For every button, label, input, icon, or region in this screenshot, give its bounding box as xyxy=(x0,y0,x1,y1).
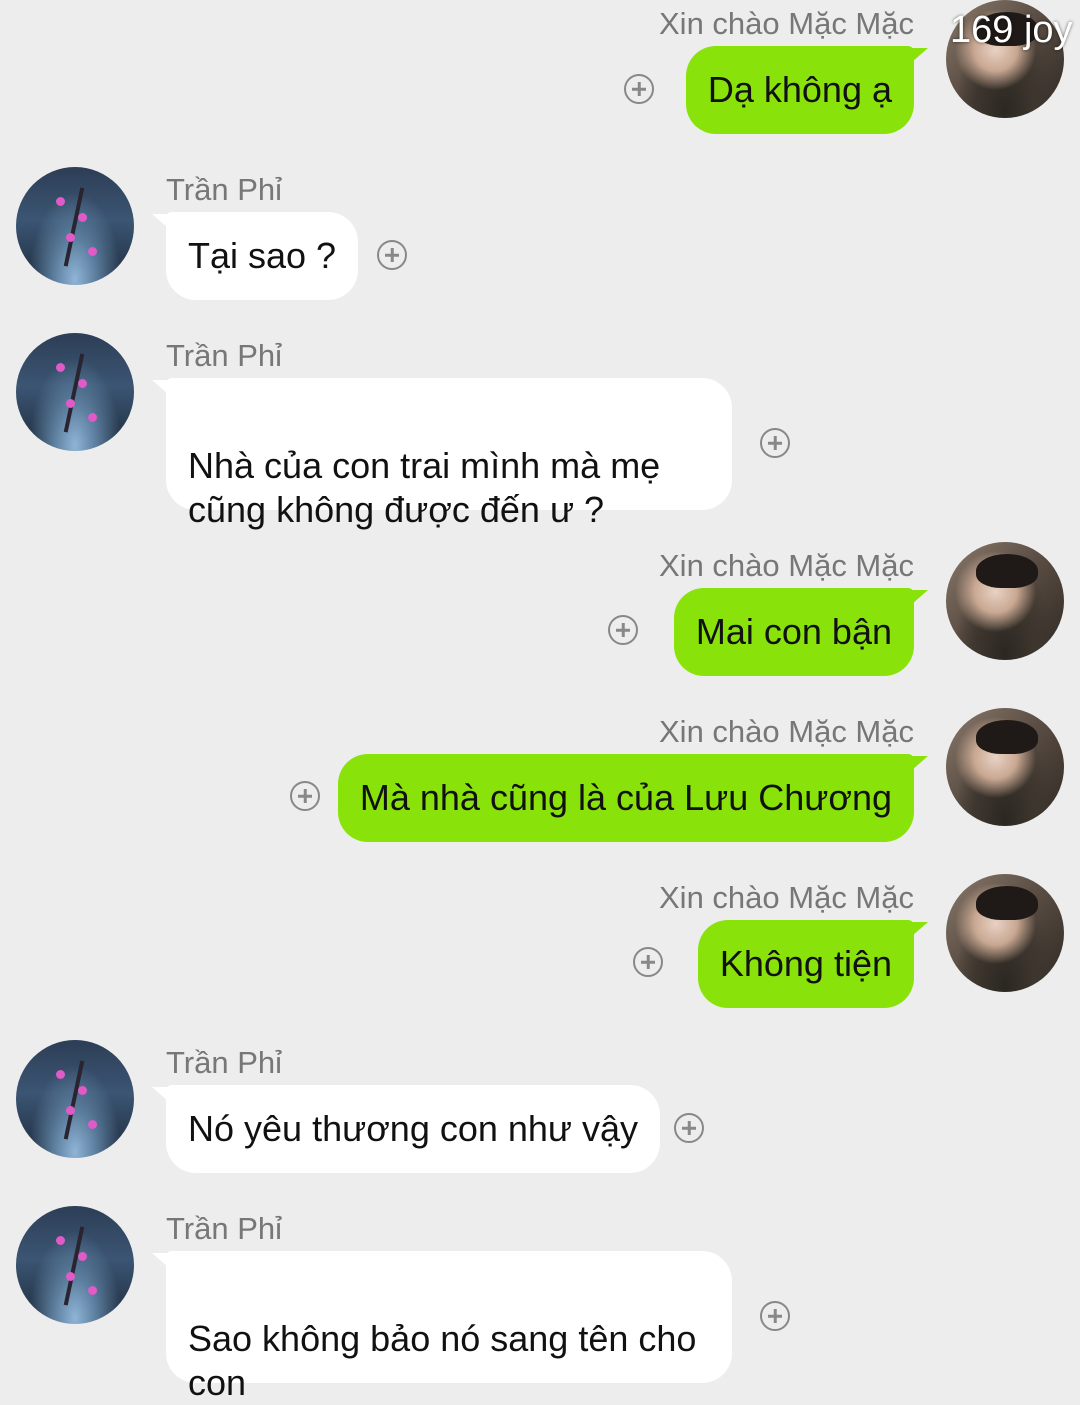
avatar-blossom xyxy=(66,233,75,242)
add-reaction-icon[interactable] xyxy=(608,615,638,645)
avatar-branch-shape xyxy=(63,1226,85,1306)
sender-name: Trần Phỉ xyxy=(166,338,283,373)
user-avatar-tran-phi[interactable] xyxy=(16,1040,134,1158)
sender-name: Trần Phỉ xyxy=(166,1045,283,1080)
message-bubble-incoming[interactable]: Tại sao ? xyxy=(166,212,359,300)
user-avatar-tran-phi[interactable] xyxy=(16,1206,134,1324)
bubble-tail xyxy=(912,48,928,62)
message-text: Tại sao ? xyxy=(188,235,337,276)
sender-name: Xin chào Mặc Mặc xyxy=(659,6,914,41)
avatar-hair-shape xyxy=(976,720,1038,754)
avatar-blossom xyxy=(78,1086,87,1095)
add-reaction-icon[interactable] xyxy=(290,781,320,811)
watermark-label: 169 joy xyxy=(950,9,1073,51)
message-text: Nhà của con trai mình mà mẹ cũng không đ… xyxy=(188,445,661,530)
avatar-blossom xyxy=(88,247,97,256)
avatar-branch-shape xyxy=(63,353,85,433)
message-bubble-incoming[interactable]: Nhà của con trai mình mà mẹ cũng không đ… xyxy=(166,378,732,530)
avatar-blossom xyxy=(78,1252,87,1261)
sender-name: Trần Phỉ xyxy=(166,172,283,207)
avatar-blossom xyxy=(78,213,87,222)
message-text: Không tiện xyxy=(719,943,892,984)
avatar-blossom xyxy=(78,379,87,388)
avatar-blossom xyxy=(88,1120,97,1129)
add-reaction-icon[interactable] xyxy=(674,1113,704,1143)
message-text: Mai con bận xyxy=(695,611,892,652)
sender-name: Xin chào Mặc Mặc xyxy=(659,548,914,583)
user-avatar-tran-phi[interactable] xyxy=(16,333,134,451)
message-bubble-outgoing[interactable]: Mai con bận xyxy=(673,588,914,676)
message-text: Sao không bảo nó sang tên cho con xyxy=(188,1318,697,1403)
avatar-blossom xyxy=(56,197,65,206)
message-bubble-outgoing[interactable]: Dạ không ạ xyxy=(685,46,914,134)
avatar-blossom xyxy=(66,1272,75,1281)
user-avatar-self[interactable] xyxy=(946,708,1064,826)
message-text: Mà nhà cũng là của Lưu Chương xyxy=(359,777,892,818)
message-bubble-incoming[interactable]: Sao không bảo nó sang tên cho con xyxy=(166,1251,732,1403)
avatar-hair-shape xyxy=(976,554,1038,588)
sender-name: Xin chào Mặc Mặc xyxy=(659,714,914,749)
bubble-tail xyxy=(912,756,928,770)
add-reaction-icon[interactable] xyxy=(377,240,407,270)
sender-name: Xin chào Mặc Mặc xyxy=(659,880,914,915)
avatar-blossom xyxy=(56,1236,65,1245)
bubble-tail xyxy=(912,590,928,604)
avatar-blossom xyxy=(56,363,65,372)
message-bubble-incoming[interactable]: Nó yêu thương con như vậy xyxy=(166,1085,661,1173)
bubble-tail xyxy=(912,922,928,936)
add-reaction-icon[interactable] xyxy=(760,1301,790,1331)
avatar-blossom xyxy=(88,413,97,422)
avatar-blossom xyxy=(56,1070,65,1079)
avatar-blossom xyxy=(88,1286,97,1295)
message-text: Dạ không ạ xyxy=(707,69,892,110)
avatar-blossom xyxy=(66,399,75,408)
message-bubble-outgoing[interactable]: Không tiện xyxy=(697,920,914,1008)
user-avatar-tran-phi[interactable] xyxy=(16,167,134,285)
avatar-branch-shape xyxy=(63,1060,85,1140)
message-bubble-outgoing[interactable]: Mà nhà cũng là của Lưu Chương xyxy=(337,754,914,842)
user-avatar-self[interactable] xyxy=(946,874,1064,992)
add-reaction-icon[interactable] xyxy=(624,74,654,104)
add-reaction-icon[interactable] xyxy=(760,428,790,458)
avatar-branch-shape xyxy=(63,187,85,267)
user-avatar-self[interactable] xyxy=(946,542,1064,660)
sender-name: Trần Phỉ xyxy=(166,1211,283,1246)
message-text: Nó yêu thương con như vậy xyxy=(188,1108,639,1149)
avatar-blossom xyxy=(66,1106,75,1115)
add-reaction-icon[interactable] xyxy=(633,947,663,977)
avatar-hair-shape xyxy=(976,886,1038,920)
